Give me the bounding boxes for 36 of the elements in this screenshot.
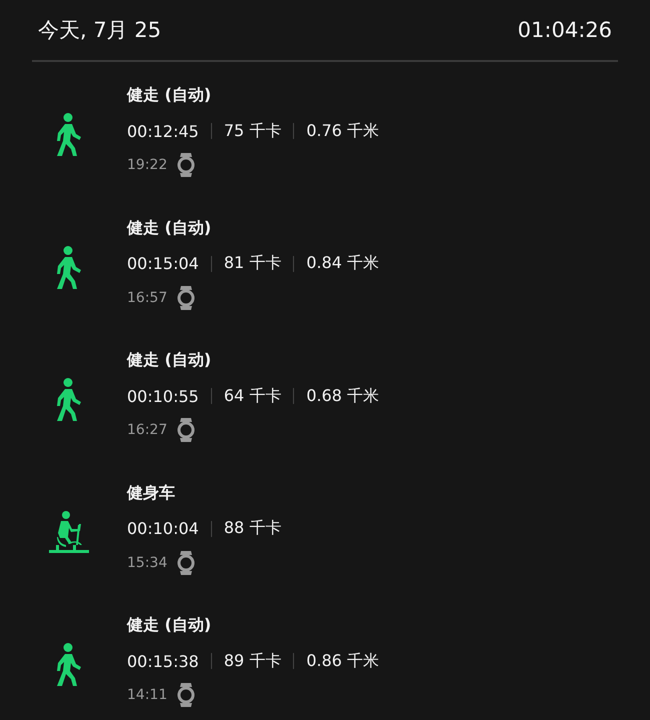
start-time: 14:11 bbox=[127, 687, 168, 703]
activity-stat: 00:10:04 bbox=[127, 519, 199, 538]
activity-title: 健走 (自动) bbox=[127, 614, 212, 636]
start-time: 16:57 bbox=[127, 290, 168, 306]
activity-stat: 00:15:38 bbox=[127, 652, 199, 670]
activity-title: 健身车 bbox=[127, 482, 176, 504]
watch-icon bbox=[177, 683, 196, 707]
activity-title: 健走 (自动) bbox=[127, 84, 212, 106]
activity-stat: 00:12:45 bbox=[127, 122, 199, 140]
activity-stat: 00:15:04 bbox=[127, 254, 199, 273]
activity-stat: 0.68 千米 bbox=[306, 386, 380, 406]
watch-icon bbox=[177, 418, 196, 442]
walking-person-icon bbox=[54, 246, 82, 290]
walking-person-icon bbox=[54, 113, 82, 157]
activity-title: 健走 (自动) bbox=[127, 216, 212, 238]
watch-icon bbox=[177, 550, 196, 574]
walking-person-icon bbox=[54, 643, 82, 687]
start-time: 16:27 bbox=[127, 422, 168, 438]
activity-stat: 0.76 千米 bbox=[306, 120, 380, 142]
start-time: 15:34 bbox=[127, 554, 168, 570]
activity-title: 健走 (自动) bbox=[127, 349, 212, 371]
watch-icon bbox=[177, 286, 196, 310]
start-time: 19:22 bbox=[127, 157, 168, 173]
walking-person-icon bbox=[54, 378, 82, 422]
activity-stat: 81 千卡 bbox=[224, 253, 282, 274]
activity-stat: 0.84 千米 bbox=[306, 253, 380, 274]
watch-icon bbox=[177, 153, 196, 177]
activity-stat: 0.86 千米 bbox=[306, 650, 380, 672]
activity-stat: 89 千卡 bbox=[224, 650, 282, 672]
activity-stat: 00:10:55 bbox=[127, 386, 199, 406]
total-duration: 01:04:26 bbox=[518, 18, 612, 42]
activity-stat: 88 千卡 bbox=[224, 518, 282, 539]
exercise-bike-icon bbox=[48, 510, 88, 554]
activity-stat: 64 千卡 bbox=[224, 386, 282, 406]
date-title: 今天, 7月 25 bbox=[38, 17, 162, 44]
activity-stat: 75 千卡 bbox=[224, 120, 282, 142]
